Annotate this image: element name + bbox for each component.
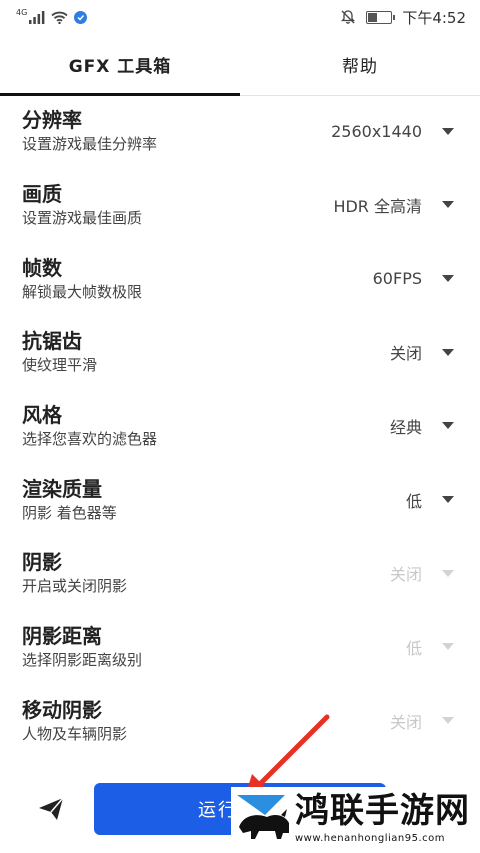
setting-title: 阴影: [22, 550, 62, 575]
setting-text: 分辨率 设置游戏最佳分辨率: [22, 107, 157, 155]
setting-subtitle: 设置游戏最佳画质: [22, 208, 143, 227]
setting-value: 60FPS: [372, 269, 422, 289]
setting-value: 低: [405, 491, 422, 511]
setting-row-2[interactable]: 帧数 解锁最大帧数极限 60FPS: [0, 242, 480, 316]
settings-list[interactable]: 分辨率 设置游戏最佳分辨率 2560x1440 画质 设置游戏最佳画质 HDR …: [0, 96, 480, 761]
setting-subtitle: 设置游戏最佳分辨率: [22, 135, 158, 153]
setting-row-4[interactable]: 风格 选择您喜欢的滤色器 经典: [0, 389, 480, 463]
setting-row-6[interactable]: 阴影 开启或关闭阴影 关闭: [0, 536, 480, 610]
setting-value: 关闭: [389, 344, 422, 364]
setting-dropdown[interactable]: 60FPS: [373, 269, 454, 288]
setting-title: 分辨率: [22, 108, 82, 132]
tab-bar: GFX 工具箱 帮助: [0, 34, 480, 96]
setting-text: 阴影距离 选择阴影距离级别: [22, 623, 142, 671]
setting-value: 关闭: [389, 565, 422, 585]
chevron-down-icon: [442, 275, 454, 283]
watermark-url: www.henanhonglian95.com: [295, 833, 446, 844]
setting-title: 渲染质量: [22, 476, 102, 501]
setting-text: 帧数 解锁最大帧数极限: [22, 255, 142, 303]
setting-dropdown[interactable]: 经典: [390, 414, 454, 438]
setting-subtitle: 解锁最大帧数极限: [22, 282, 143, 301]
setting-value: 低: [405, 638, 422, 658]
setting-title: 帧数: [22, 255, 62, 280]
watermark: 鸿联手游网 www.henanhonglian95.com: [231, 787, 480, 853]
bell-muted-icon: [341, 10, 356, 24]
tab-gfx-toolbox[interactable]: GFX 工具箱: [0, 34, 240, 96]
bison-logo-icon: [235, 793, 291, 843]
chevron-down-icon: [442, 422, 454, 430]
setting-dropdown[interactable]: HDR 全高清: [333, 193, 454, 217]
setting-dropdown[interactable]: 低: [406, 488, 454, 512]
setting-title: 阴影距离: [22, 623, 102, 648]
setting-dropdown[interactable]: 2560x1440: [331, 122, 454, 141]
setting-value: 关闭: [389, 712, 422, 732]
setting-subtitle: 人物及车辆阴影: [22, 724, 128, 743]
setting-subtitle: 阴影 着色器等: [22, 503, 117, 522]
battery-icon: [366, 10, 396, 24]
setting-row-3[interactable]: 抗锯齿 使纹理平滑 关闭: [0, 315, 480, 389]
network-type: 4G: [16, 7, 28, 17]
chevron-down-icon: [442, 127, 454, 135]
wifi-icon: [51, 11, 68, 24]
status-right: 下午4:52: [340, 7, 466, 28]
setting-text: 画质 设置游戏最佳画质: [22, 181, 142, 229]
setting-text: 渲染质量 阴影 着色器等: [22, 476, 117, 524]
setting-dropdown[interactable]: 关闭: [390, 340, 454, 364]
setting-row-5[interactable]: 渲染质量 阴影 着色器等 低: [0, 463, 480, 537]
setting-value: HDR 全高清: [333, 196, 422, 216]
setting-text: 阴影 开启或关闭阴影: [22, 549, 127, 597]
chevron-down-icon: [442, 201, 454, 209]
chevron-down-icon: [442, 569, 454, 577]
app-notification-icon: [74, 10, 88, 24]
setting-row-1[interactable]: 画质 设置游戏最佳画质 HDR 全高清: [0, 168, 480, 242]
status-left: 4G: [16, 7, 88, 24]
setting-value: 经典: [389, 417, 422, 437]
setting-text: 抗锯齿 使纹理平滑: [22, 328, 97, 376]
setting-text: 移动阴影 人物及车辆阴影: [22, 697, 127, 745]
chevron-down-icon: [442, 643, 454, 651]
setting-title: 移动阴影: [22, 697, 102, 722]
tab-help[interactable]: 帮助: [240, 34, 480, 95]
setting-title: 抗锯齿: [22, 329, 82, 354]
setting-dropdown[interactable]: 关闭: [390, 709, 454, 733]
setting-subtitle: 开启或关闭阴影: [22, 577, 128, 596]
setting-text: 风格 选择您喜欢的滤色器: [22, 402, 157, 450]
setting-subtitle: 选择阴影距离级别: [22, 650, 143, 669]
status-bar: 4G 下午4:52: [0, 0, 480, 34]
chevron-down-icon: [442, 496, 454, 504]
setting-row-7[interactable]: 阴影距离 选择阴影距离级别 低: [0, 610, 480, 684]
status-time: 下午4:52: [402, 8, 466, 27]
signal-icon: [29, 10, 45, 24]
chevron-down-icon: [442, 717, 454, 725]
setting-value: 2560x1440: [331, 121, 422, 141]
setting-subtitle: 选择您喜欢的滤色器: [22, 429, 158, 448]
battery-level: [368, 12, 377, 22]
setting-subtitle: 使纹理平滑: [22, 356, 98, 375]
setting-dropdown[interactable]: 低: [406, 635, 454, 659]
setting-title: 风格: [22, 402, 62, 427]
watermark-title: 鸿联手游网: [295, 791, 470, 831]
paper-plane-icon[interactable]: [36, 794, 66, 824]
setting-row-0[interactable]: 分辨率 设置游戏最佳分辨率 2560x1440: [0, 96, 480, 168]
setting-title: 画质: [22, 181, 62, 206]
chevron-down-icon: [442, 348, 454, 356]
setting-dropdown[interactable]: 关闭: [390, 561, 454, 585]
